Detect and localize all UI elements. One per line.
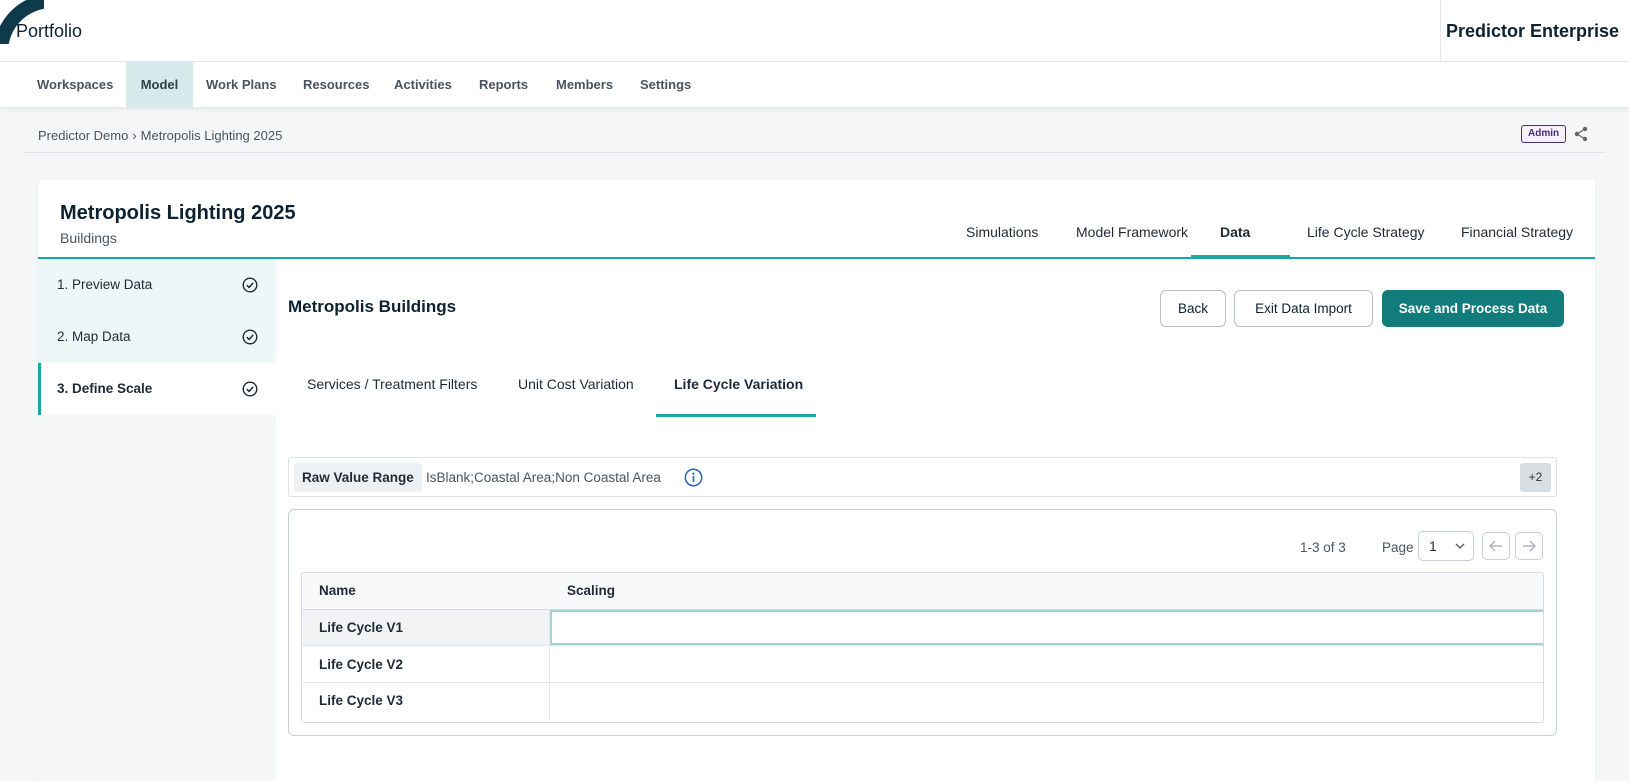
table-row[interactable]: Life Cycle V2 bbox=[302, 647, 1543, 683]
check-circle-icon bbox=[242, 329, 258, 345]
breadcrumb-divider bbox=[24, 152, 1606, 153]
arrow-left-icon bbox=[1489, 540, 1502, 552]
nav-item-workspaces[interactable]: Workspaces bbox=[24, 62, 126, 107]
main-nav: Workspaces Model Work Plans Resources Ac… bbox=[0, 62, 1629, 107]
pager-page-label: Page bbox=[1382, 540, 1414, 555]
project-subtitle: Buildings bbox=[60, 230, 117, 246]
chevron-right-icon: › bbox=[132, 128, 137, 143]
breadcrumb-item-workspace[interactable]: Predictor Demo bbox=[38, 128, 128, 143]
tab-financial-strategy[interactable]: Financial Strategy bbox=[1443, 224, 1591, 252]
row-name-cell[interactable]: Life Cycle V3 bbox=[302, 683, 550, 719]
dataset-title: Metropolis Buildings bbox=[288, 297, 457, 316]
nav-item-resources[interactable]: Resources bbox=[290, 62, 382, 107]
tab-services-treatment-filters[interactable]: Services / Treatment Filters bbox=[307, 376, 477, 392]
top-header: Portfolio Predictor Enterprise bbox=[0, 0, 1629, 62]
tab-model-framework[interactable]: Model Framework bbox=[1058, 224, 1206, 252]
page-select[interactable]: 1 bbox=[1418, 531, 1474, 561]
more-filters-badge[interactable]: +2 bbox=[1520, 463, 1551, 492]
brand-name: Predictor Enterprise bbox=[1445, 21, 1619, 41]
import-steps-sidebar: 1. Preview Data 2. Map Data 3. Define Sc… bbox=[38, 259, 276, 781]
tab-unit-cost-variation[interactable]: Unit Cost Variation bbox=[518, 376, 634, 392]
nav-item-reports[interactable]: Reports bbox=[466, 62, 541, 107]
breadcrumb-item-project[interactable]: Metropolis Lighting 2025 bbox=[141, 128, 283, 143]
save-and-process-button[interactable]: Save and Process Data bbox=[1382, 290, 1564, 327]
column-header-scaling[interactable]: Scaling bbox=[567, 583, 615, 598]
check-circle-icon bbox=[242, 381, 258, 397]
prev-page-button[interactable] bbox=[1482, 532, 1510, 560]
nav-item-members[interactable]: Members bbox=[543, 62, 626, 107]
step-label: 3. Define Scale bbox=[57, 381, 153, 396]
nav-item-activities[interactable]: Activities bbox=[381, 62, 465, 107]
step-preview-data[interactable]: 1. Preview Data bbox=[38, 259, 276, 311]
back-button[interactable]: Back bbox=[1160, 290, 1226, 327]
row-name-cell[interactable]: Life Cycle V2 bbox=[302, 647, 550, 682]
scaling-grid: Name Scaling Life Cycle V1 Life Cycle V2… bbox=[301, 572, 1544, 723]
row-scaling-cell[interactable] bbox=[550, 647, 1543, 682]
scaling-table-card: 1-3 of 3 Page 1 Name Scaling Life Cycle … bbox=[288, 509, 1557, 736]
chevron-down-icon bbox=[1455, 543, 1465, 549]
filter-value: IsBlank;Coastal Area;Non Coastal Area bbox=[426, 470, 661, 485]
exit-data-import-button[interactable]: Exit Data Import bbox=[1234, 290, 1373, 327]
grid-header: Name Scaling bbox=[302, 573, 1543, 610]
column-header-name[interactable]: Name bbox=[319, 583, 356, 598]
filter-chip[interactable]: Raw Value Range bbox=[294, 463, 422, 492]
filter-bar: Raw Value Range IsBlank;Coastal Area;Non… bbox=[288, 457, 1557, 497]
info-icon[interactable] bbox=[684, 468, 703, 487]
row-name-cell[interactable]: Life Cycle V1 bbox=[302, 610, 550, 645]
step-map-data[interactable]: 2. Map Data bbox=[38, 311, 276, 363]
tab-life-cycle-strategy[interactable]: Life Cycle Strategy bbox=[1289, 224, 1443, 252]
brand-divider bbox=[1440, 0, 1441, 62]
step-define-scale[interactable]: 3. Define Scale bbox=[38, 363, 276, 415]
step-label: 1. Preview Data bbox=[57, 277, 153, 292]
page-select-value: 1 bbox=[1429, 538, 1437, 554]
nav-item-settings[interactable]: Settings bbox=[627, 62, 704, 107]
project-card: Metropolis Lighting 2025 Buildings Simul… bbox=[38, 180, 1595, 781]
nav-item-work-plans[interactable]: Work Plans bbox=[193, 62, 290, 107]
pager-range: 1-3 of 3 bbox=[1300, 540, 1346, 555]
app-title[interactable]: Portfolio bbox=[16, 21, 82, 42]
tab-data[interactable]: Data bbox=[1202, 224, 1268, 252]
next-page-button[interactable] bbox=[1515, 532, 1543, 560]
active-subtab-indicator bbox=[656, 414, 816, 417]
share-icon[interactable] bbox=[1573, 126, 1589, 142]
breadcrumb: Predictor Demo › Metropolis Lighting 2025 bbox=[38, 128, 282, 143]
row-scaling-cell[interactable] bbox=[550, 683, 1543, 719]
row-scaling-cell[interactable] bbox=[550, 610, 1543, 645]
nav-item-model[interactable]: Model bbox=[126, 62, 193, 107]
tab-simulations[interactable]: Simulations bbox=[948, 224, 1056, 252]
table-row[interactable]: Life Cycle V1 bbox=[302, 610, 1543, 646]
tab-life-cycle-variation[interactable]: Life Cycle Variation bbox=[674, 376, 803, 392]
arrow-right-icon bbox=[1523, 540, 1536, 552]
table-row[interactable]: Life Cycle V3 bbox=[302, 683, 1543, 719]
role-badge: Admin bbox=[1521, 125, 1567, 143]
project-title: Metropolis Lighting 2025 bbox=[60, 202, 296, 224]
step-label: 2. Map Data bbox=[57, 329, 131, 344]
check-circle-icon bbox=[242, 277, 258, 293]
